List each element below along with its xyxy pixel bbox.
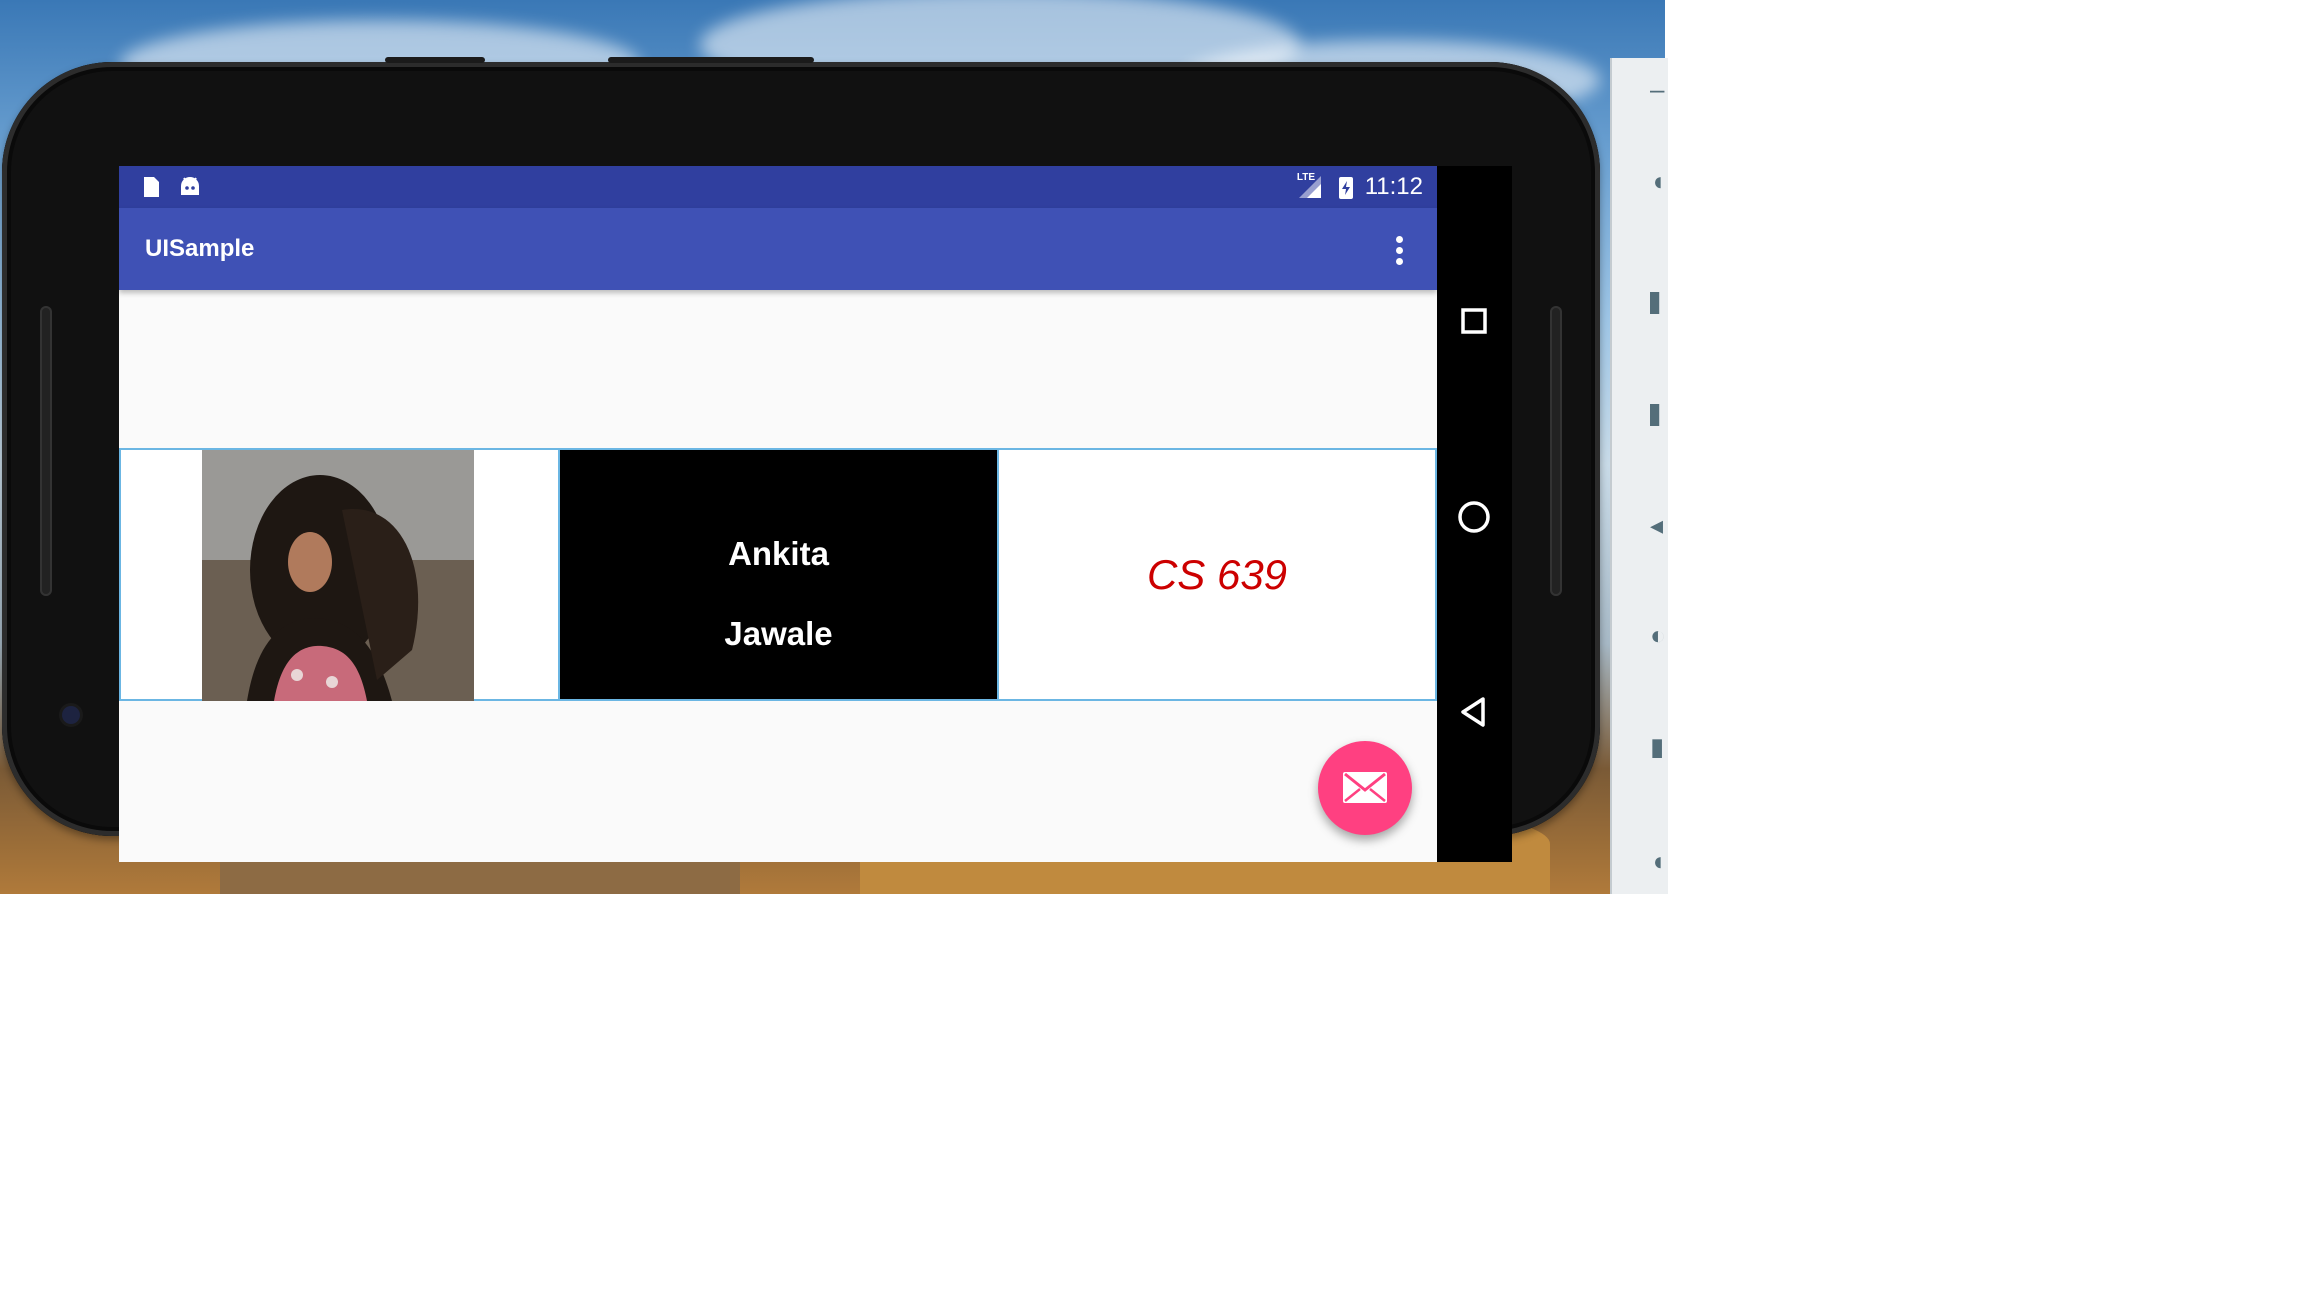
left-speaker-grill: [40, 306, 52, 596]
right-speaker-grill: [1550, 306, 1562, 596]
app-bar: UISample: [119, 208, 1437, 290]
home-circle-icon[interactable]: [1449, 492, 1499, 542]
zoom-icon[interactable]: ◖: [1650, 850, 1668, 872]
rotate-left-icon[interactable]: ◂: [1650, 514, 1668, 536]
volume-down-icon[interactable]: ▌: [1650, 404, 1668, 426]
battery-charging-icon: [1339, 177, 1353, 199]
volume-up-icon[interactable]: ▌: [1650, 292, 1668, 314]
course-cell: CS 639: [997, 448, 1437, 701]
phone-frame: LTE 11:12 UISample Ankita Jawale CS 639: [2, 57, 1600, 862]
course-text: CS 639: [1146, 551, 1288, 598]
screenshot-icon[interactable]: ▮: [1650, 736, 1668, 758]
sd-card-icon: [144, 177, 159, 197]
power-button: [608, 57, 814, 63]
recents-square-icon[interactable]: [1449, 296, 1499, 346]
power-icon[interactable]: ◖: [1650, 170, 1668, 192]
email-fab-button[interactable]: [1318, 741, 1412, 835]
cell-signal-icon: [1299, 176, 1321, 198]
android-icon: [181, 177, 199, 195]
first-name-text: Ankita: [728, 535, 829, 572]
last-name-text: Jawale: [724, 615, 833, 652]
front-camera: [62, 706, 80, 724]
volume-button: [385, 57, 485, 63]
app-title: UISample: [145, 235, 255, 262]
photo-cell: [119, 448, 560, 701]
rotate-right-icon[interactable]: ◐: [1650, 624, 1668, 646]
navigation-bar: [1437, 166, 1512, 862]
minimize-icon[interactable]: –: [1650, 78, 1668, 100]
email-icon: [1343, 772, 1387, 803]
profile-row: Ankita Jawale CS 639: [119, 448, 1437, 701]
profile-photo: [202, 450, 474, 701]
status-time: 11:12: [1364, 173, 1423, 200]
back-triangle-icon[interactable]: [1449, 687, 1499, 737]
overflow-menu-icon[interactable]: [1381, 230, 1417, 270]
status-bar: LTE 11:12: [119, 166, 1437, 208]
device-screen: LTE 11:12 UISample Ankita Jawale CS 639: [119, 166, 1437, 862]
emulator-tool-panel: – ◖ ▌ ▌ ◂ ◐ ▮ ◖: [1610, 58, 1668, 894]
name-cell: Ankita Jawale: [558, 448, 999, 701]
